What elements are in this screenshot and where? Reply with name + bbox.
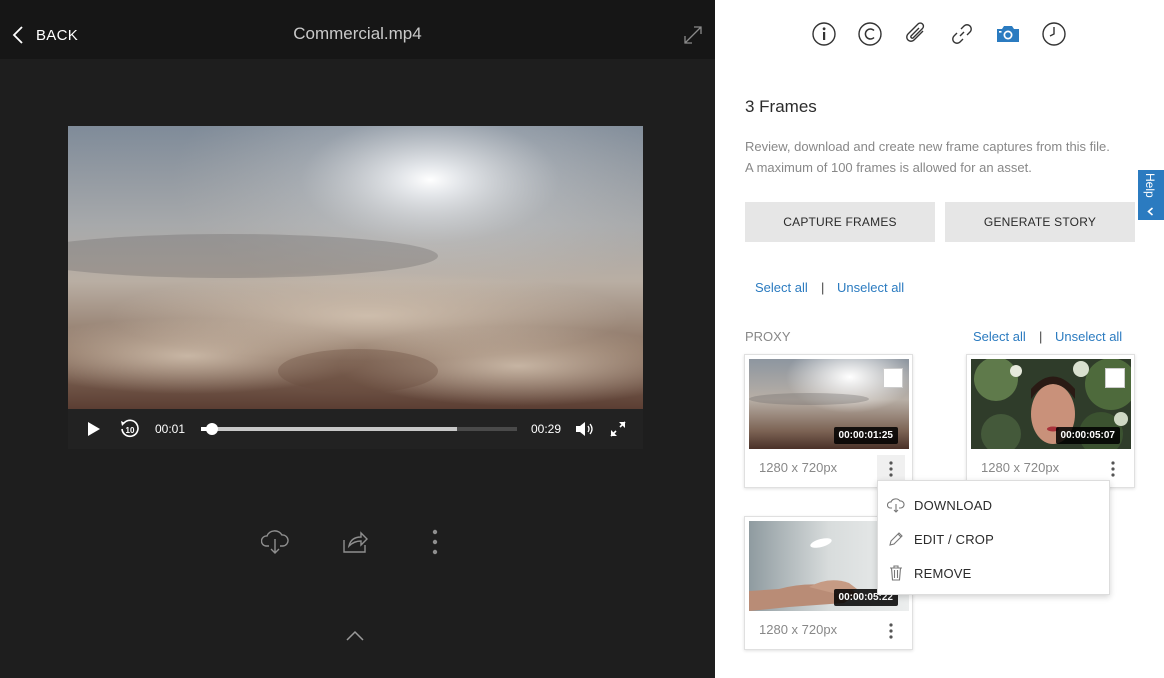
player-header: BACK Commercial.mp4: [0, 0, 715, 59]
help-tab[interactable]: Help: [1138, 170, 1164, 220]
player-controls: 10 00:01 00:29: [68, 409, 643, 449]
proxy-unselect-all-link[interactable]: Unselect all: [1055, 329, 1122, 344]
duration-time: 00:29: [531, 422, 562, 436]
description-line-2: A maximum of 100 frames is allowed for a…: [745, 160, 1032, 175]
volume-icon: [576, 422, 593, 436]
chevron-left-icon: [1147, 207, 1154, 216]
play-icon: [88, 422, 100, 436]
tab-attachments[interactable]: [902, 20, 930, 48]
copyright-icon: [858, 22, 882, 46]
player-pane: BACK Commercial.mp4 10 00:01 00:29: [0, 0, 715, 678]
share-button[interactable]: [339, 526, 371, 558]
frame-timecode: 00:00:01:25: [833, 427, 898, 444]
more-vertical-icon: [432, 529, 438, 555]
description-line-1: Review, download and create new frame ca…: [745, 139, 1110, 154]
frame-checkbox[interactable]: [1105, 368, 1125, 388]
frame-menu-button[interactable]: [877, 617, 905, 645]
generate-story-button[interactable]: GENERATE STORY: [945, 202, 1135, 242]
menu-item-remove[interactable]: REMOVE: [878, 558, 1111, 588]
frames-description: Review, download and create new frame ca…: [745, 136, 1145, 178]
info-icon: [812, 22, 836, 46]
download-button[interactable]: [259, 526, 291, 558]
proxy-select-all-link[interactable]: Select all: [973, 329, 1026, 344]
scrub-buffered: [201, 427, 457, 431]
menu-item-label: REMOVE: [914, 565, 972, 581]
file-title: Commercial.mp4: [293, 24, 422, 43]
camera-icon: [997, 26, 1019, 42]
frame-card[interactable]: 00:00:05:07 1280 x 720px: [966, 354, 1135, 488]
share-icon: [343, 531, 368, 553]
proxy-separator: |: [1039, 329, 1043, 344]
chevron-up-icon[interactable]: [343, 626, 367, 646]
expand-icon[interactable]: [682, 24, 704, 46]
separator: |: [821, 280, 825, 295]
pencil-icon: [889, 532, 903, 546]
frame-context-menu: DOWNLOAD EDIT / CROP REMOVE: [877, 480, 1110, 595]
frames-title: 3 Frames: [745, 97, 817, 116]
help-label: Help: [1143, 173, 1157, 198]
frame-menu-button[interactable]: [1099, 455, 1127, 483]
more-vertical-icon: [889, 623, 893, 639]
video-image: [68, 126, 643, 409]
frame-card[interactable]: 00:00:01:25 1280 x 720px: [744, 354, 913, 488]
capture-frames-button[interactable]: CAPTURE FRAMES: [745, 202, 935, 242]
unselect-all-link[interactable]: Unselect all: [837, 280, 904, 295]
tab-links[interactable]: [948, 20, 976, 48]
current-time: 00:01: [155, 422, 186, 436]
cloud-download-icon: [261, 530, 289, 554]
clock-icon: [1042, 22, 1066, 46]
cloud-download-icon: [887, 498, 905, 513]
tab-info[interactable]: [810, 20, 838, 48]
fullscreen-button[interactable]: [604, 409, 632, 449]
rewind-10-icon: 10: [121, 419, 139, 438]
paperclip-icon: [906, 22, 925, 42]
tab-frames[interactable]: [994, 20, 1022, 48]
select-all-link[interactable]: Select all: [755, 280, 808, 295]
tab-history[interactable]: [1040, 20, 1068, 48]
volume-button[interactable]: [571, 409, 599, 449]
more-vertical-icon: [889, 461, 893, 477]
frame-checkbox[interactable]: [883, 368, 903, 388]
proxy-label: PROXY: [745, 329, 791, 344]
frame-size: 1280 x 720px: [981, 460, 1060, 475]
more-vertical-icon: [1111, 461, 1115, 477]
menu-item-edit-crop[interactable]: EDIT / CROP: [878, 524, 1111, 554]
frame-menu-button[interactable]: [877, 455, 905, 483]
fullscreen-icon: [610, 421, 626, 437]
menu-item-download[interactable]: DOWNLOAD: [878, 490, 1111, 520]
frame-thumbnail[interactable]: 00:00:05:07: [971, 359, 1131, 449]
more-options-button[interactable]: [419, 526, 451, 558]
video-frame[interactable]: [68, 126, 643, 409]
menu-item-label: DOWNLOAD: [914, 497, 993, 513]
play-button[interactable]: [80, 409, 108, 449]
frame-size: 1280 x 720px: [759, 622, 838, 637]
frame-timecode: 00:00:05:07: [1055, 427, 1120, 444]
trash-icon: [890, 565, 902, 581]
tab-copyright[interactable]: [856, 20, 884, 48]
svg-text:10: 10: [126, 426, 135, 435]
frame-thumbnail[interactable]: 00:00:01:25: [749, 359, 909, 449]
menu-item-label: EDIT / CROP: [914, 531, 994, 547]
scrub-handle[interactable]: [206, 423, 219, 435]
rewind-10-button[interactable]: 10: [116, 409, 144, 449]
frame-size: 1280 x 720px: [759, 460, 838, 475]
scrub-bar[interactable]: [201, 423, 517, 435]
link-icon: [952, 24, 972, 44]
